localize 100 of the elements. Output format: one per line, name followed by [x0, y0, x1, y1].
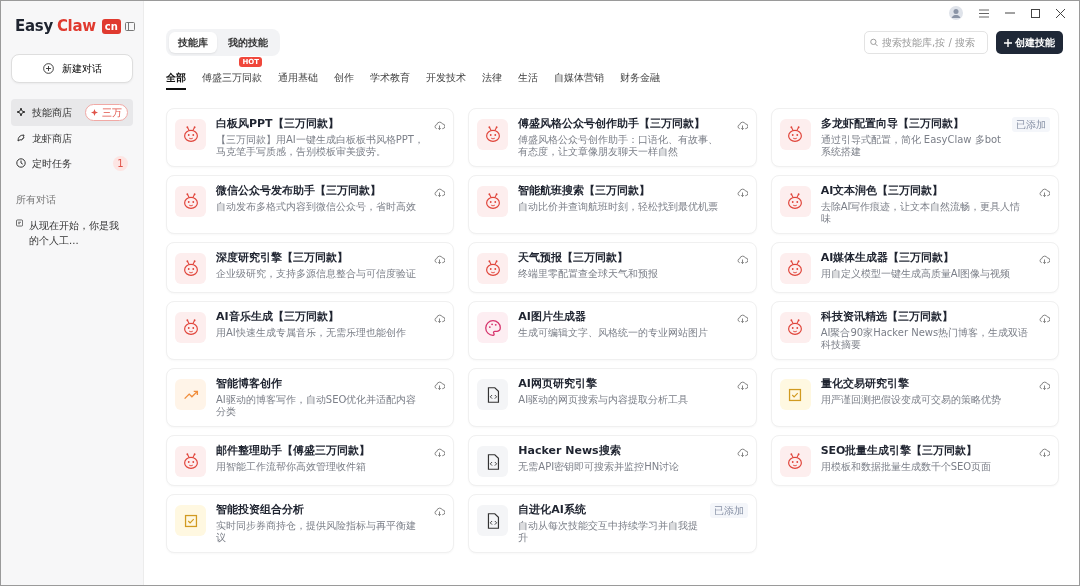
conversation-item[interactable]: 从现在开始，你是我的个人工...: [11, 212, 133, 253]
close-icon[interactable]: [1056, 8, 1065, 18]
cloud-download-icon[interactable]: [736, 254, 748, 264]
skill-description: 用智能工作流帮你高效管理收件箱: [216, 461, 367, 473]
category-tab[interactable]: 傅盛三万同款: [202, 68, 262, 90]
skill-card[interactable]: 智能博客创作 AI驱动的博客写作，自动SEO优化并适配内容分类: [166, 368, 455, 427]
sidebar-toggle-icon[interactable]: [124, 21, 135, 31]
skill-description: 终端里零配置查全球天气和预报: [518, 268, 660, 280]
skill-card[interactable]: 白板风PPT【三万同款】 【三万同款】用AI一键生成白板板书风格PPT，马克笔手写质感，告别模板审美疲劳。: [166, 108, 455, 167]
skill-card[interactable]: Hacker News搜索 无需API密钥即可搜索并监控HN讨论: [468, 435, 757, 486]
clock-icon: [16, 158, 26, 168]
cloud-download-icon[interactable]: [1039, 313, 1050, 323]
skill-title: 科技资讯精选【三万同款】: [820, 310, 954, 324]
count-badge: 1: [113, 155, 128, 171]
tab[interactable]: 我的技能: [219, 32, 277, 53]
cloud-download-icon[interactable]: [434, 506, 446, 516]
sidebar-item[interactable]: 龙虾商店: [11, 125, 133, 151]
palette-icon: [482, 317, 503, 338]
plus-icon: [1004, 38, 1012, 47]
skill-card[interactable]: AI媒体生成器【三万同款】 用自定义模型一键生成高质量AI图像与视频: [770, 242, 1059, 293]
cloud-download-icon[interactable]: [434, 120, 446, 130]
skill-description: 【三万同款】用AI一键生成白板板书风格PPT，马克笔手写质感，告别模板审美疲劳。: [216, 134, 425, 158]
category-tab[interactable]: 学术教育: [370, 68, 410, 90]
skill-title: 天气预报【三万同款】: [518, 251, 630, 265]
sparkle-icon: [91, 108, 98, 116]
sidebar-item[interactable]: 技能商店 三万: [11, 98, 133, 126]
skill-title: 智能航班搜索【三万同款】: [518, 184, 652, 198]
logo-text: Easy: [15, 16, 53, 37]
skill-card[interactable]: 天气预报【三万同款】 终端里零配置查全球天气和预报: [468, 242, 757, 293]
skill-card[interactable]: 自进化AI系统 自动从每次技能交互中持续学习并自我提升 已添加: [468, 494, 757, 553]
promo-badge: 三万: [85, 103, 128, 121]
skill-card[interactable]: AI图片生成器 生成可编辑文字、风格统一的专业网站图片: [468, 301, 757, 360]
create-skill-button[interactable]: 创建技能: [996, 31, 1063, 54]
tab[interactable]: 技能库: [169, 32, 217, 53]
new-chat-button[interactable]: 新建对话: [11, 53, 133, 83]
cloud-download-icon[interactable]: [736, 380, 748, 390]
skill-card[interactable]: 深度研究引擎【三万同款】 企业级研究，支持多源信息整合与可信度验证: [166, 242, 455, 293]
skill-title: 量化交易研究引擎: [820, 377, 910, 391]
skill-title: 智能博客创作: [216, 377, 283, 391]
list-icon[interactable]: [979, 8, 989, 18]
added-label: 已添加: [1012, 117, 1050, 132]
skill-card[interactable]: 多龙虾配置向导【三万同款】 通过引导式配置，简化 EasyClaw 多bot系统搭建 已添加: [770, 108, 1059, 167]
skill-description: AI驱动的博客写作，自动SEO优化并适配内容分类: [216, 394, 418, 418]
skill-card[interactable]: 智能航班搜索【三万同款】 自动比价并查询航班时刻，轻松找到最优机票: [468, 175, 757, 234]
skill-description: 自动从每次技能交互中持续学习并自我提升: [518, 520, 700, 544]
chat-icon: [16, 217, 24, 228]
skill-card[interactable]: 量化交易研究引擎 用严谨回测把假设变成可交易的策略优势: [770, 368, 1059, 427]
search-icon: [870, 38, 879, 47]
skill-description: 去除AI写作痕迹，让文本自然流畅，更具人情味: [820, 201, 1022, 225]
skill-title: 多龙虾配置向导【三万同款】: [820, 117, 965, 131]
skill-title: 傅盛风格公众号创作助手【三万同款】: [518, 117, 707, 131]
skill-title: SEO批量生成引擎【三万同款】: [820, 444, 979, 458]
skill-card[interactable]: SEO批量生成引擎【三万同款】 用模板和数据批量生成数千个SEO页面: [770, 435, 1059, 486]
cloud-download-icon[interactable]: [434, 313, 446, 323]
skill-card[interactable]: 微信公众号发布助手【三万同款】 自动发布多格式内容到微信公众号，省时高效: [166, 175, 455, 234]
search-field[interactable]: 搜索技能库,按 / 搜索: [864, 31, 988, 54]
skill-card[interactable]: AI网页研究引擎 AI驱动的网页搜索与内容提取分析工具: [468, 368, 757, 427]
shell-icon: [16, 133, 26, 143]
skill-title: AI音乐生成【三万同款】: [216, 310, 340, 324]
sidebar-item[interactable]: 定时任务 1: [11, 150, 133, 176]
category-tab[interactable]: 自媒体营销: [554, 68, 604, 90]
cloud-download-icon[interactable]: [1039, 187, 1050, 197]
category-tab[interactable]: 财务金融: [620, 68, 660, 90]
cloud-download-icon[interactable]: [1039, 380, 1050, 390]
cloud-download-icon[interactable]: [1039, 447, 1050, 457]
skill-card[interactable]: AI文本润色【三万同款】 去除AI写作痕迹，让文本自然流畅，更具人情味: [770, 175, 1059, 234]
cloud-download-icon[interactable]: [736, 187, 748, 197]
cloud-download-icon[interactable]: [1039, 254, 1050, 264]
category-tab[interactable]: 通用基础: [278, 68, 318, 90]
category-tab[interactable]: 法律: [482, 68, 502, 90]
cloud-download-icon[interactable]: [434, 447, 446, 457]
cloud-download-icon[interactable]: [434, 187, 446, 197]
skill-title: AI文本润色【三万同款】: [820, 184, 945, 198]
logo-tag: cn: [101, 18, 121, 34]
category-tab[interactable]: 创作: [334, 68, 354, 90]
skill-title: AI网页研究引擎: [518, 377, 598, 391]
cloud-download-icon[interactable]: [434, 380, 446, 390]
cloud-download-icon[interactable]: [736, 447, 748, 457]
skill-description: 用AI快速生成专属音乐，无需乐理也能创作: [216, 327, 407, 339]
skill-description: 生成可编辑文字、风格统一的专业网站图片: [518, 327, 710, 339]
cloud-download-icon[interactable]: [736, 120, 748, 130]
skill-title: 智能投资组合分析: [216, 503, 305, 517]
skill-card[interactable]: 邮件整理助手【傅盛三万同款】 用智能工作流帮你高效管理收件箱: [166, 435, 455, 486]
plus-circle-icon: [42, 62, 54, 74]
skill-card[interactable]: AI音乐生成【三万同款】 用AI快速生成专属音乐，无需乐理也能创作: [166, 301, 455, 360]
section-title: 所有对话: [16, 192, 57, 207]
category-tab[interactable]: 开发技术: [426, 68, 466, 90]
category-tab[interactable]: 生活: [518, 68, 538, 90]
cloud-download-icon[interactable]: [736, 313, 748, 323]
skill-title: 白板风PPT【三万同款】: [216, 117, 340, 131]
category-tab[interactable]: 全部: [166, 68, 186, 90]
skill-description: AI驱动的网页搜索与内容提取分析工具: [518, 394, 690, 406]
skill-description: 自动比价并查询航班时刻，轻松找到最优机票: [518, 201, 720, 213]
skill-card[interactable]: 智能投资组合分析 实时同步券商持仓，提供风险指标与再平衡建议: [166, 494, 455, 553]
skill-description: 企业级研究，支持多源信息整合与可信度验证: [216, 268, 417, 280]
skill-card[interactable]: 科技资讯精选【三万同款】 AI聚合90家Hacker News热门博客，生成双语科技摘要: [770, 301, 1059, 360]
cloud-download-icon[interactable]: [434, 254, 446, 264]
maximize-icon[interactable]: [1031, 8, 1040, 18]
skill-card[interactable]: 傅盛风格公众号创作助手【三万同款】 傅盛风格公众号创作助手：口语化、有故事、有态度，让文章像朋友聊天一样自然: [468, 108, 757, 167]
avatar-icon[interactable]: [949, 6, 963, 20]
